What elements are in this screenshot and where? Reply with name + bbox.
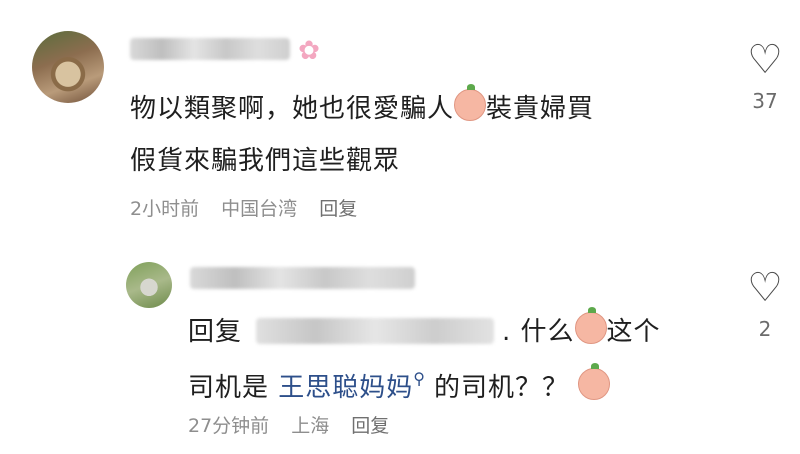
peach-emoji-icon — [574, 307, 607, 344]
reply-text-part: . 什么 — [502, 317, 575, 347]
comment-text-part: 裝貴婦買 — [486, 94, 595, 124]
peach-emoji-icon — [454, 84, 487, 121]
mention-link[interactable]: 王思聪妈妈 — [278, 373, 413, 403]
reply-prefix: 回复 — [188, 317, 243, 347]
comment-text-line-1: 物以類聚啊，她也很愛騙人 裝貴婦買 — [130, 84, 595, 131]
reply-button[interactable]: 回复 — [351, 415, 389, 437]
comment-location: 中国台湾 — [221, 198, 298, 220]
mentioned-user-blurred[interactable] — [256, 318, 495, 344]
heart-outline-icon[interactable]: ♡ — [735, 38, 795, 82]
like-count: 2 — [758, 317, 772, 341]
reply-text-part: 的司机？？ — [434, 373, 570, 403]
reply-text-part: 这个 — [606, 317, 661, 347]
search-icon[interactable]: ⚲ — [413, 369, 426, 388]
comment-time: 27分钟前 — [188, 415, 270, 437]
avatar[interactable] — [126, 262, 172, 308]
cherry-blossom-icon: ✿ — [298, 36, 320, 66]
username-blurred[interactable] — [130, 38, 290, 60]
reply-text-part: 司机是 — [188, 373, 270, 403]
reply-text-line-2: 司机是 王思聪妈妈⚲ 的司机？？ — [188, 357, 611, 410]
comment-time: 2小时前 — [130, 198, 200, 220]
like-control[interactable]: ♡ 2 — [735, 266, 795, 342]
like-count: 37 — [752, 89, 778, 113]
comment-text-part: 物以類聚啊，她也很愛騙人 — [130, 94, 455, 124]
comment-meta: 2小时前 中国台湾 回复 — [130, 197, 373, 221]
comment-meta: 27分钟前 上海 回复 — [188, 414, 405, 438]
username-blurred[interactable] — [190, 267, 415, 289]
like-control[interactable]: ♡ 37 — [735, 38, 795, 114]
heart-outline-icon[interactable]: ♡ — [735, 266, 795, 310]
comment-text-line-2: 假貨來騙我們這些觀眾 — [130, 146, 401, 176]
reply-text-line-1: 回复 . 什么 这个 — [188, 307, 661, 354]
comment-location: 上海 — [291, 415, 330, 437]
reply-button[interactable]: 回复 — [319, 198, 357, 220]
peach-emoji-icon — [578, 363, 611, 400]
avatar[interactable] — [32, 31, 104, 103]
